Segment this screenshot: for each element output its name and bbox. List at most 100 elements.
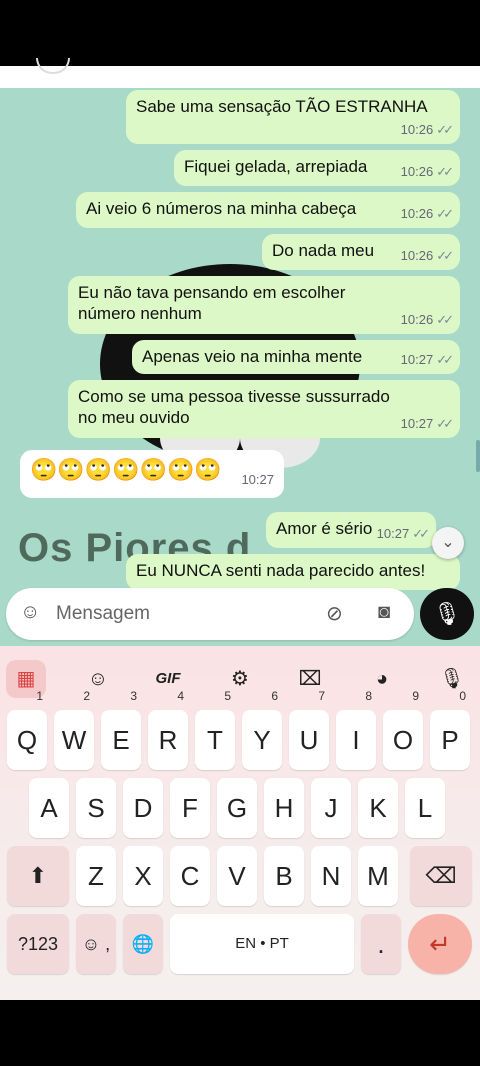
key-k[interactable]: K <box>358 778 398 838</box>
key-g[interactable]: G <box>217 778 257 838</box>
key-j[interactable]: J <box>311 778 351 838</box>
key-h[interactable]: H <box>264 778 304 838</box>
message-meta: 10:26 ✓✓ <box>400 245 454 266</box>
key-l[interactable]: L <box>405 778 445 838</box>
message-bubble[interactable]: Ai veio 6 números na minha cabeça 10:26 ✓… <box>76 192 460 228</box>
message-input[interactable]: Mensagem <box>56 603 150 625</box>
message-meta: 10:26 ✓✓ <box>400 309 454 330</box>
message-bubble[interactable]: Do nada meu 10:26 ✓✓ <box>262 234 460 270</box>
chat-area[interactable]: Os Piores d Sabe uma sensação TÃO ESTRAN… <box>0 88 480 646</box>
message-bubble[interactable]: Eu NUNCA senti nada parecido antes! <box>126 554 460 590</box>
message-bubble[interactable]: Apenas veio na minha mente 10:27 ✓✓ <box>132 340 460 374</box>
keyboard: ▦ ☺ GIF ⚙ ⌧ ◕ 🎙 1Q 2W 3E 4R 5T 6Y 7U 8I … <box>0 646 480 1000</box>
message-meta: 10:26 ✓✓ <box>400 161 454 182</box>
key-e[interactable]: 3E <box>101 690 141 770</box>
message-bubble[interactable]: Sabe uma sensação TÃO ESTRANHA 10:26 ✓✓ <box>126 90 460 144</box>
microphone-button[interactable]: 🎙 <box>420 588 474 640</box>
double-chevron-down-icon: ⌄ <box>441 534 455 551</box>
key-a[interactable]: A <box>29 778 69 838</box>
space-bar[interactable]: EN • PT <box>170 914 354 974</box>
key-u[interactable]: 7U <box>289 690 329 770</box>
message-bubble[interactable]: Fiquei gelada, arrepiada 10:26 ✓✓ <box>174 150 460 186</box>
message-time: 10:27 <box>400 416 434 431</box>
key-n[interactable]: N <box>311 846 351 906</box>
key-label: P <box>441 725 459 755</box>
key-label: E <box>112 725 130 755</box>
message-emoji-text: 🙄🙄🙄🙄🙄🙄🙄 <box>30 457 222 482</box>
key-label: I <box>352 725 360 755</box>
message-time: 10:26 <box>400 206 434 221</box>
message-time: 10:27 <box>400 352 434 367</box>
key-p[interactable]: 0P <box>430 690 470 770</box>
key-s[interactable]: S <box>76 778 116 838</box>
key-label: W <box>61 725 87 755</box>
read-ticks-icon: ✓✓ <box>436 352 454 367</box>
read-ticks-icon: ✓✓ <box>436 416 454 431</box>
read-ticks-icon: ✓✓ <box>436 206 454 221</box>
message-text: Apenas veio na minha mente <box>142 347 363 366</box>
microphone-icon: 🎙 <box>433 601 461 626</box>
globe-icon[interactable]: 🌐 <box>123 914 163 974</box>
message-bubble-incoming[interactable]: 🙄🙄🙄🙄🙄🙄🙄 10:27 <box>20 450 284 498</box>
scroll-indicator[interactable] <box>476 440 480 472</box>
key-z[interactable]: Z <box>76 846 116 906</box>
key-hint: 1 <box>36 689 43 703</box>
key-label: Y <box>253 725 271 755</box>
key-b[interactable]: B <box>264 846 304 906</box>
key-v[interactable]: V <box>217 846 257 906</box>
key-label: Q <box>16 725 38 755</box>
voice-input-icon[interactable]: 🎙 <box>432 660 472 698</box>
message-bubble[interactable]: Eu não tava pensando em escolher número … <box>68 276 460 334</box>
key-hint: 5 <box>224 689 231 703</box>
scroll-to-bottom-button[interactable]: ⌄ <box>432 527 464 559</box>
key-hint: 9 <box>412 689 419 703</box>
enter-key[interactable]: ↵ <box>408 914 472 974</box>
navigation-bar-area <box>0 1000 480 1066</box>
read-ticks-icon: ✓✓ <box>436 312 454 327</box>
message-meta: 10:26 ✓✓ <box>400 119 454 140</box>
message-bubble[interactable]: Como se uma pessoa tivesse sussurrado no… <box>68 380 460 438</box>
key-r[interactable]: 4R <box>148 690 188 770</box>
sticker-icon[interactable]: ☺ <box>20 601 40 624</box>
key-t[interactable]: 5T <box>195 690 235 770</box>
message-meta: 10:27 ✓✓ <box>400 349 454 370</box>
status-bar-area <box>0 0 480 66</box>
read-ticks-icon: ✓✓ <box>412 526 430 541</box>
key-hint: 4 <box>177 689 184 703</box>
key-o[interactable]: 9O <box>383 690 423 770</box>
message-time: 10:26 <box>400 312 434 327</box>
paperclip-icon[interactable]: ⊘ <box>326 601 343 626</box>
read-ticks-icon: ✓✓ <box>436 164 454 179</box>
key-d[interactable]: D <box>123 778 163 838</box>
key-x[interactable]: X <box>123 846 163 906</box>
message-text: Eu NUNCA senti nada parecido antes! <box>136 561 426 580</box>
key-y[interactable]: 6Y <box>242 690 282 770</box>
key-c[interactable]: C <box>170 846 210 906</box>
key-hint: 8 <box>365 689 372 703</box>
message-text: Fiquei gelada, arrepiada <box>184 157 368 176</box>
message-time: 10:27 <box>376 526 410 541</box>
backspace-key[interactable]: ⌫ <box>410 846 472 906</box>
shift-key[interactable]: ⬆ <box>7 846 69 906</box>
read-ticks-icon: ✓✓ <box>436 122 454 137</box>
message-text: Eu não tava pensando em escolher número … <box>78 283 346 323</box>
message-text: Como se uma pessoa tivesse sussurrado no… <box>78 387 390 427</box>
message-text: Amor é sério <box>276 519 373 538</box>
emoji-comma-key[interactable]: ☺ , <box>76 914 116 974</box>
key-m[interactable]: M <box>358 846 398 906</box>
message-meta: 10:26 ✓✓ <box>400 203 454 224</box>
message-time: 10:26 <box>400 122 434 137</box>
key-f[interactable]: F <box>170 778 210 838</box>
message-text: Ai veio 6 números na minha cabeça <box>86 199 357 218</box>
message-time: 10:26 <box>400 164 434 179</box>
message-bubble[interactable]: Amor é sério 10:27 ✓✓ <box>266 512 436 548</box>
key-w[interactable]: 2W <box>54 690 94 770</box>
message-meta: 10:27 ✓✓ <box>376 523 430 544</box>
key-q[interactable]: 1Q <box>7 690 47 770</box>
camera-icon[interactable]: ◙ <box>378 601 390 624</box>
message-time: 10:26 <box>400 248 434 263</box>
symbols-key[interactable]: ?123 <box>7 914 69 974</box>
message-composer[interactable]: ☺ Mensagem ⊘ ◙ <box>6 588 414 640</box>
key-i[interactable]: 8I <box>336 690 376 770</box>
period-key[interactable]: . <box>361 914 401 974</box>
